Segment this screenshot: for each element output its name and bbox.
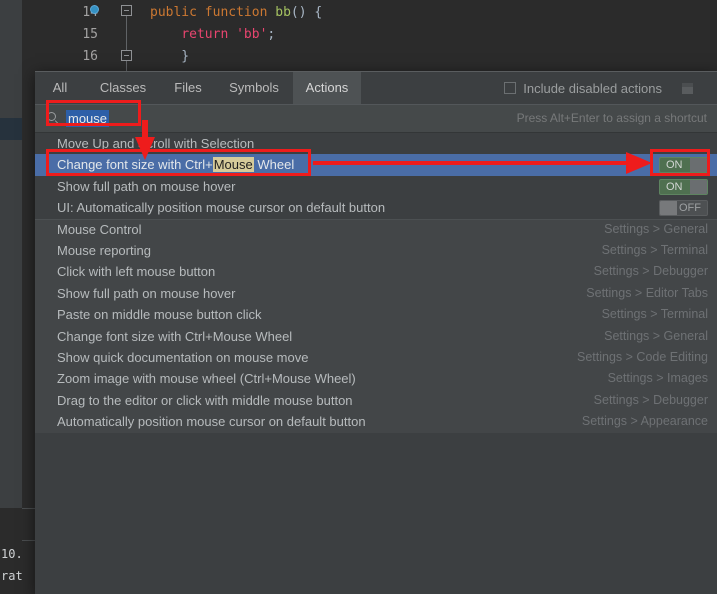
popup-tab-bar[interactable]: All Classes Files Symbols Actions Includ… (35, 72, 717, 104)
popup-resize-icon[interactable] (682, 83, 693, 94)
result-row-settings-path: Settings > Terminal (601, 307, 708, 322)
tab-all[interactable]: All (35, 72, 85, 104)
result-row[interactable]: Click with left mouse button Settings > D… (35, 261, 717, 283)
result-row-toggle[interactable]: ON (659, 178, 708, 195)
result-row-label: Paste on middle mouse button click (57, 307, 262, 323)
result-row-settings-path: Settings > Terminal (601, 243, 708, 257)
toggle-state-label: ON (666, 180, 683, 193)
include-disabled-actions-label: Include disabled actions (523, 80, 662, 96)
tab-files[interactable]: Files (161, 72, 215, 104)
results-group-separator (35, 218, 717, 220)
result-row[interactable]: Paste on middle mouse button click Settin… (35, 304, 717, 326)
search-everywhere-popup[interactable]: All Classes Files Symbols Actions Includ… (35, 71, 717, 594)
result-row-settings-path: Settings > Debugger (593, 392, 708, 407)
fold-collapse-icon-top[interactable] (121, 5, 132, 16)
result-row-label: Move Up and Scroll with Selection (57, 136, 255, 151)
result-row-toggle[interactable]: ON (659, 157, 708, 174)
code-line-15: return 'bb'; (181, 27, 276, 42)
result-row[interactable]: Change font size with Ctrl+Mouse Wheel ON (35, 154, 717, 176)
terminal-line-1: 10. (1, 547, 23, 561)
result-row-label: Change font size with Ctrl+Mouse Wheel (57, 328, 293, 344)
tab-actions[interactable]: Actions (293, 72, 361, 104)
tab-classes[interactable]: Classes (85, 72, 161, 104)
result-row[interactable]: Mouse reporting Settings > Terminal (35, 240, 717, 262)
toggle-knob (690, 158, 707, 173)
ide-left-toolbar[interactable] (0, 0, 22, 594)
left-marker-block (0, 118, 22, 140)
result-row[interactable]: Change font size with Ctrl+Mouse Wheel Se… (35, 325, 717, 347)
include-disabled-actions-checkbox[interactable] (504, 82, 517, 94)
tab-symbols[interactable]: Symbols (215, 72, 293, 104)
result-row[interactable]: Show full path on mouse hover ON (35, 176, 717, 197)
results-list[interactable]: Move Up and Scroll with Selection Change … (35, 133, 717, 594)
fold-region-line (126, 14, 127, 78)
left-divider-1 (22, 508, 35, 509)
terminal-peek[interactable]: 10. rat (0, 508, 23, 594)
line-number-15: 15 (82, 27, 98, 42)
result-row[interactable]: UI: Automatically position mouse cursor … (35, 197, 717, 218)
include-disabled-actions-control[interactable]: Include disabled actions (504, 72, 662, 104)
result-row-settings-path: Settings > Editor Tabs (586, 285, 708, 300)
result-row-label: Click with left mouse button (57, 264, 216, 280)
result-row-label: Show full path on mouse hover (57, 178, 236, 194)
result-row[interactable]: Mouse Control Settings > General (35, 218, 717, 240)
fold-collapse-icon-bottom[interactable] (121, 50, 132, 61)
search-field-row[interactable]: mouse Press Alt+Enter to assign a shortc… (35, 104, 717, 133)
shortcut-hint-label: Press Alt+Enter to assign a shortcut (516, 111, 707, 125)
result-row-settings-path: Settings > General (604, 328, 708, 343)
code-line-14: public function bb() { (150, 5, 323, 20)
result-row-label: Show quick documentation on mouse move (57, 350, 309, 365)
result-row-settings-path: Settings > Debugger (593, 264, 708, 279)
result-row-label: Automatically position mouse cursor on d… (57, 414, 366, 430)
code-line-16: } (150, 49, 190, 64)
result-row[interactable]: Drag to the editor or click with middle … (35, 389, 717, 412)
result-row-settings-path: Settings > Images (607, 371, 708, 386)
result-row-label: Mouse Control (57, 221, 142, 237)
toggle-knob (690, 179, 707, 194)
result-row-label: Drag to the editor or click with middle … (57, 392, 353, 408)
result-row-label: Change font size with Ctrl+Mouse Wheel (57, 157, 295, 173)
result-row[interactable]: Zoom image with mouse wheel (Ctrl+Mouse … (35, 368, 717, 390)
result-row[interactable]: Show full path on mouse hover Settings > … (35, 282, 717, 305)
result-row-toggle[interactable]: OFF (659, 200, 708, 217)
toggle-state-label: OFF (679, 202, 701, 215)
result-row[interactable]: Show quick documentation on mouse move Se… (35, 347, 717, 369)
toggle-knob (660, 201, 677, 216)
line-number-16: 16 (82, 49, 98, 64)
toggle-state-label: ON (666, 159, 683, 172)
result-row-settings-path: Settings > General (604, 221, 708, 236)
result-row-settings-path: Settings > Appearance (581, 414, 708, 429)
terminal-line-2: rat (1, 569, 23, 583)
result-row[interactable]: Automatically position mouse cursor on d… (35, 411, 717, 433)
search-match-highlight: Mouse (212, 157, 254, 173)
breakpoint-icon[interactable] (90, 5, 99, 14)
result-row[interactable]: Move Up and Scroll with Selection (35, 133, 717, 154)
result-row-label: UI: Automatically position mouse cursor … (57, 200, 386, 216)
result-row-label: Show full path on mouse hover (57, 285, 236, 301)
screenshot-root: 14 15 16 public function bb() { return '… (0, 0, 717, 594)
search-icon (47, 112, 60, 125)
result-row-settings-path: Settings > Code Editing (577, 350, 708, 364)
result-row-label: Mouse reporting (57, 243, 151, 258)
search-input[interactable]: mouse (66, 110, 110, 127)
result-row-label: Zoom image with mouse wheel (Ctrl+Mouse … (57, 371, 356, 387)
